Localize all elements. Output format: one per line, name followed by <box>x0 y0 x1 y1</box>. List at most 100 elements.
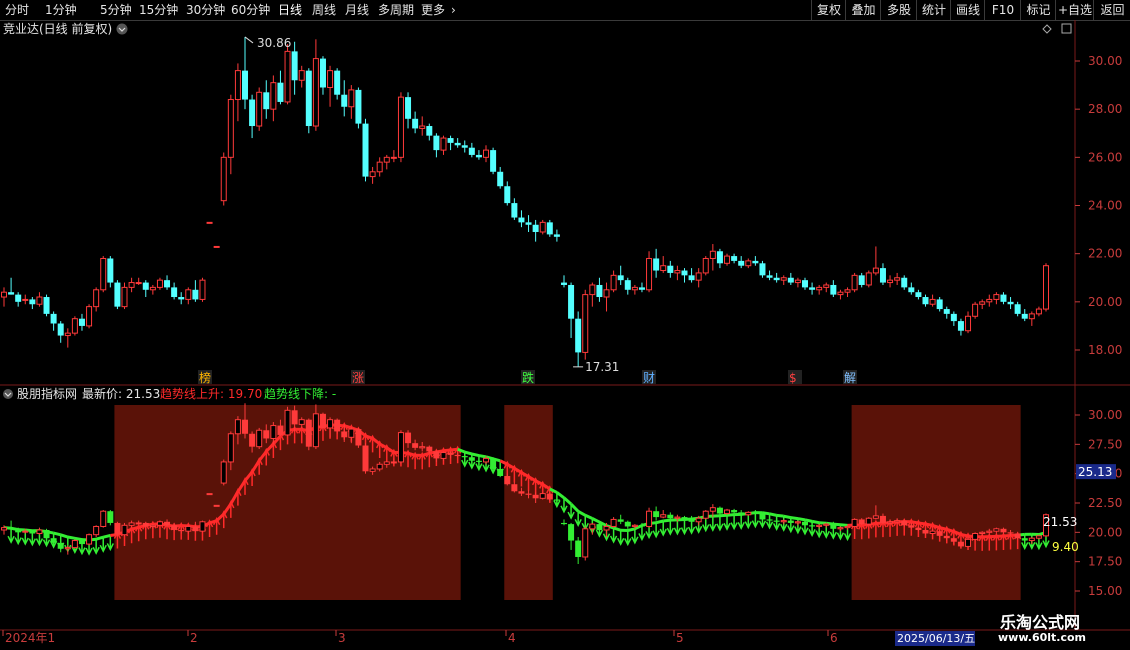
period-tab-6[interactable]: 日线 <box>278 2 302 18</box>
candle-body-up <box>327 70 334 88</box>
period-tab-5[interactable]: 60分钟 <box>231 2 270 18</box>
event-marker[interactable]: 解 <box>844 371 856 385</box>
candle-body-down <box>653 511 660 518</box>
candle-body-up <box>36 529 43 535</box>
toolbar-button-4[interactable]: 画线 <box>950 0 985 20</box>
trend-arrow-down <box>716 515 724 532</box>
candle-body-up <box>894 520 901 523</box>
candle-body-up <box>270 425 277 439</box>
candle-body-down <box>171 287 178 298</box>
trend-segment <box>584 513 593 520</box>
candle-body-down <box>319 58 326 88</box>
candle-body-down <box>773 277 780 281</box>
candle-body-down <box>242 419 249 434</box>
candle-body-up <box>646 257 653 291</box>
candle-body-up <box>539 493 546 499</box>
candle-body-down <box>263 92 270 110</box>
period-tab-2[interactable]: 5分钟 <box>100 2 132 18</box>
candle-body-up <box>589 523 596 530</box>
candle-body-up <box>972 303 979 317</box>
candle-body-down <box>305 419 312 447</box>
candle-body-down <box>1000 528 1007 533</box>
candle-body-up <box>128 282 135 288</box>
candle-body-up <box>865 272 872 286</box>
toolbar-button-0[interactable]: 复权 <box>811 0 846 20</box>
trend-segment <box>577 510 586 517</box>
candle-body-up <box>887 521 894 524</box>
ind-axis-label: 22.50 <box>1088 496 1122 510</box>
candle-body-down <box>497 171 504 187</box>
candle-body-down <box>461 145 468 148</box>
trend-segment <box>655 519 664 525</box>
candle-body-up <box>284 50 291 103</box>
candle-body-up <box>36 296 43 305</box>
candle-body-down <box>291 51 298 81</box>
event-marker[interactable]: 涨 <box>352 370 364 385</box>
period-tab-4[interactable]: 30分钟 <box>186 2 225 18</box>
diamond-icon[interactable] <box>1042 24 1052 34</box>
candle-body-up <box>369 171 376 178</box>
candle-body-down <box>341 94 348 107</box>
toolbar-button-8[interactable]: 返回 <box>1093 0 1130 20</box>
candle-body-down <box>490 150 497 172</box>
candle-body-up <box>724 255 731 264</box>
event-marker[interactable]: 榜 <box>199 370 211 385</box>
period-tab-1[interactable]: 1分钟 <box>45 2 77 18</box>
period-tab-0[interactable]: 分时 <box>5 2 29 18</box>
candle-body-down <box>568 524 575 541</box>
trend-arrow-down <box>751 512 760 529</box>
candle-body-up <box>390 461 397 464</box>
period-tab-3[interactable]: 15分钟 <box>139 2 178 18</box>
candle-body-down <box>355 89 362 124</box>
candle-body-down <box>511 484 518 492</box>
candle-body-down <box>936 531 943 536</box>
candle-body-down <box>546 222 553 235</box>
period-tab-9[interactable]: 多周期 <box>378 2 414 18</box>
event-marker[interactable]: 跌 <box>522 370 534 385</box>
period-tab-7[interactable]: 周线 <box>312 2 336 18</box>
candle-body-down <box>249 433 256 447</box>
candle-body-up <box>865 517 872 525</box>
candle-body-up <box>234 70 241 101</box>
watermark-title: 乐淘公式网 <box>1000 613 1081 632</box>
candle-body-down <box>57 323 64 336</box>
date-label: 3 <box>338 631 346 645</box>
expand-icon[interactable] <box>1061 23 1072 34</box>
candle-body-down <box>291 410 298 425</box>
toolbar-button-5[interactable]: F10 <box>984 0 1021 20</box>
candle-body-up <box>929 530 936 535</box>
toolbar-button-3[interactable]: 统计 <box>916 0 951 20</box>
candle-body-down <box>511 203 518 218</box>
period-tab-10[interactable]: 更多 <box>421 2 445 18</box>
candle-body-up <box>979 301 986 305</box>
chevron-right-icon[interactable]: › <box>451 2 456 18</box>
candle-body-up <box>816 524 823 527</box>
candle-body-up <box>1 291 7 298</box>
candle-body-up <box>837 291 844 296</box>
trend-segment <box>53 531 62 537</box>
candle-body-up <box>660 265 667 272</box>
candle-body-down <box>546 493 553 500</box>
candle-body-down <box>490 458 497 469</box>
candle-body-up <box>1028 313 1035 320</box>
toolbar-button-2[interactable]: 多股 <box>880 0 917 20</box>
toolbar-button-1[interactable]: 叠加 <box>845 0 881 20</box>
trend-segment <box>797 517 806 522</box>
trend-segment <box>478 454 487 459</box>
event-marker[interactable]: $ <box>789 371 797 385</box>
candle-body-down <box>787 277 794 283</box>
trend-segment <box>840 523 848 527</box>
candle-body-up <box>745 511 752 516</box>
chevron-down-icon[interactable] <box>116 23 128 35</box>
main-axis-label: 26.00 <box>1088 150 1122 164</box>
toolbar-button-6[interactable]: 标记 <box>1020 0 1056 20</box>
toolbar-button-7[interactable]: +自选 <box>1055 0 1094 20</box>
event-marker[interactable]: 财 <box>643 371 655 385</box>
chevron-down-icon[interactable] <box>3 389 13 399</box>
candle-body-down <box>638 287 645 290</box>
trend-segment <box>562 496 573 506</box>
trend-arrow-down <box>106 535 114 552</box>
candle-body-up <box>844 289 851 293</box>
period-tab-8[interactable]: 月线 <box>345 2 369 18</box>
candle-body-up <box>135 522 142 525</box>
